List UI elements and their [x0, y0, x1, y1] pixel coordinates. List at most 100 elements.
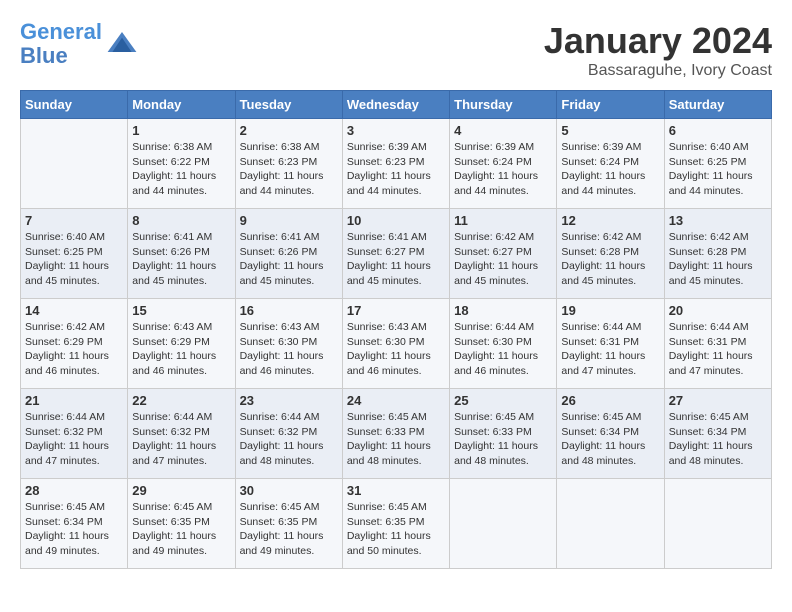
day-number: 25: [454, 393, 552, 408]
calendar-cell: 21Sunrise: 6:44 AMSunset: 6:32 PMDayligh…: [21, 389, 128, 479]
day-number: 10: [347, 213, 445, 228]
day-info: Sunrise: 6:41 AMSunset: 6:26 PMDaylight:…: [240, 230, 338, 289]
day-number: 18: [454, 303, 552, 318]
weekday-header: Friday: [557, 91, 664, 119]
day-number: 12: [561, 213, 659, 228]
day-number: 8: [132, 213, 230, 228]
day-number: 22: [132, 393, 230, 408]
day-number: 23: [240, 393, 338, 408]
calendar-cell: 31 Sunrise: 6:45 AMSunset: 6:35 PMDayligh…: [342, 479, 449, 569]
day-number: 29: [132, 483, 230, 498]
title-block: January 2024 Bassaraguhe, Ivory Coast: [544, 20, 772, 80]
day-number: 28: [25, 483, 123, 498]
day-info: Sunrise: 6:43 AMSunset: 6:30 PMDaylight:…: [347, 320, 445, 379]
day-number: 9: [240, 213, 338, 228]
calendar-cell: 22 Sunrise: 6:44 AMSunset: 6:32 PMDayligh…: [128, 389, 235, 479]
day-info: Sunrise: 6:40 AMSunset: 6:25 PMDaylight:…: [669, 140, 767, 199]
calendar-cell: 9 Sunrise: 6:41 AMSunset: 6:26 PMDaylight…: [235, 209, 342, 299]
day-info: Sunrise: 6:41 AMSunset: 6:26 PMDaylight:…: [132, 230, 230, 289]
calendar-cell: 24 Sunrise: 6:45 AMSunset: 6:33 PMDayligh…: [342, 389, 449, 479]
calendar-week-row: 1 Sunrise: 6:38 AMSunset: 6:22 PMDaylight…: [21, 119, 772, 209]
weekday-header: Monday: [128, 91, 235, 119]
weekday-header: Tuesday: [235, 91, 342, 119]
day-number: 15: [132, 303, 230, 318]
calendar-cell: 4Sunrise: 6:39 AMSunset: 6:24 PMDaylight…: [450, 119, 557, 209]
month-title: January 2024: [544, 20, 772, 62]
calendar-week-row: 21Sunrise: 6:44 AMSunset: 6:32 PMDayligh…: [21, 389, 772, 479]
day-info: Sunrise: 6:45 AMSunset: 6:34 PMDaylight:…: [25, 500, 123, 559]
calendar-cell: 20Sunrise: 6:44 AMSunset: 6:31 PMDayligh…: [664, 299, 771, 389]
day-info: Sunrise: 6:42 AMSunset: 6:28 PMDaylight:…: [561, 230, 659, 289]
calendar-cell: 16Sunrise: 6:43 AMSunset: 6:30 PMDayligh…: [235, 299, 342, 389]
calendar-cell: 6 Sunrise: 6:40 AMSunset: 6:25 PMDaylight…: [664, 119, 771, 209]
day-number: 26: [561, 393, 659, 408]
day-info: Sunrise: 6:45 AMSunset: 6:33 PMDaylight:…: [347, 410, 445, 469]
day-info: Sunrise: 6:42 AMSunset: 6:28 PMDaylight:…: [669, 230, 767, 289]
calendar-week-row: 7 Sunrise: 6:40 AMSunset: 6:25 PMDaylight…: [21, 209, 772, 299]
day-number: 31: [347, 483, 445, 498]
day-number: 1: [132, 123, 230, 138]
day-number: 30: [240, 483, 338, 498]
day-number: 13: [669, 213, 767, 228]
weekday-header: Saturday: [664, 91, 771, 119]
day-info: Sunrise: 6:44 AMSunset: 6:31 PMDaylight:…: [561, 320, 659, 379]
day-number: 20: [669, 303, 767, 318]
day-info: Sunrise: 6:39 AMSunset: 6:23 PMDaylight:…: [347, 140, 445, 199]
day-info: Sunrise: 6:39 AMSunset: 6:24 PMDaylight:…: [561, 140, 659, 199]
calendar-cell: 7 Sunrise: 6:40 AMSunset: 6:25 PMDaylight…: [21, 209, 128, 299]
day-number: 11: [454, 213, 552, 228]
weekday-header: Sunday: [21, 91, 128, 119]
calendar-cell: 12 Sunrise: 6:42 AMSunset: 6:28 PMDayligh…: [557, 209, 664, 299]
calendar-cell: 23 Sunrise: 6:44 AMSunset: 6:32 PMDayligh…: [235, 389, 342, 479]
day-number: 16: [240, 303, 338, 318]
calendar-cell: 27Sunrise: 6:45 AMSunset: 6:34 PMDayligh…: [664, 389, 771, 479]
calendar-cell: 3Sunrise: 6:39 AMSunset: 6:23 PMDaylight…: [342, 119, 449, 209]
calendar-cell: [450, 479, 557, 569]
calendar-table: SundayMondayTuesdayWednesdayThursdayFrid…: [20, 90, 772, 569]
day-info: Sunrise: 6:44 AMSunset: 6:32 PMDaylight:…: [240, 410, 338, 469]
day-info: Sunrise: 6:44 AMSunset: 6:30 PMDaylight:…: [454, 320, 552, 379]
day-number: 6: [669, 123, 767, 138]
page-header: GeneralBlue January 2024 Bassaraguhe, Iv…: [20, 20, 772, 80]
calendar-cell: 5 Sunrise: 6:39 AMSunset: 6:24 PMDaylight…: [557, 119, 664, 209]
day-info: Sunrise: 6:38 AMSunset: 6:23 PMDaylight:…: [240, 140, 338, 199]
day-info: Sunrise: 6:42 AMSunset: 6:27 PMDaylight:…: [454, 230, 552, 289]
day-info: Sunrise: 6:44 AMSunset: 6:32 PMDaylight:…: [25, 410, 123, 469]
calendar-week-row: 14Sunrise: 6:42 AMSunset: 6:29 PMDayligh…: [21, 299, 772, 389]
day-info: Sunrise: 6:45 AMSunset: 6:34 PMDaylight:…: [561, 410, 659, 469]
day-number: 2: [240, 123, 338, 138]
calendar-cell: 13 Sunrise: 6:42 AMSunset: 6:28 PMDayligh…: [664, 209, 771, 299]
day-info: Sunrise: 6:45 AMSunset: 6:34 PMDaylight:…: [669, 410, 767, 469]
weekday-header: Thursday: [450, 91, 557, 119]
calendar-cell: 30Sunrise: 6:45 AMSunset: 6:35 PMDayligh…: [235, 479, 342, 569]
calendar-header: SundayMondayTuesdayWednesdayThursdayFrid…: [21, 91, 772, 119]
day-info: Sunrise: 6:45 AMSunset: 6:33 PMDaylight:…: [454, 410, 552, 469]
location-subtitle: Bassaraguhe, Ivory Coast: [544, 62, 772, 80]
calendar-cell: 26 Sunrise: 6:45 AMSunset: 6:34 PMDayligh…: [557, 389, 664, 479]
calendar-cell: 17 Sunrise: 6:43 AMSunset: 6:30 PMDayligh…: [342, 299, 449, 389]
day-number: 19: [561, 303, 659, 318]
day-number: 17: [347, 303, 445, 318]
day-info: Sunrise: 6:41 AMSunset: 6:27 PMDaylight:…: [347, 230, 445, 289]
weekday-row: SundayMondayTuesdayWednesdayThursdayFrid…: [21, 91, 772, 119]
calendar-cell: [664, 479, 771, 569]
day-info: Sunrise: 6:38 AMSunset: 6:22 PMDaylight:…: [132, 140, 230, 199]
day-info: Sunrise: 6:43 AMSunset: 6:29 PMDaylight:…: [132, 320, 230, 379]
calendar-cell: 28 Sunrise: 6:45 AMSunset: 6:34 PMDayligh…: [21, 479, 128, 569]
calendar-cell: 18 Sunrise: 6:44 AMSunset: 6:30 PMDayligh…: [450, 299, 557, 389]
day-info: Sunrise: 6:39 AMSunset: 6:24 PMDaylight:…: [454, 140, 552, 199]
day-number: 7: [25, 213, 123, 228]
calendar-cell: 2 Sunrise: 6:38 AMSunset: 6:23 PMDaylight…: [235, 119, 342, 209]
calendar-cell: 15 Sunrise: 6:43 AMSunset: 6:29 PMDayligh…: [128, 299, 235, 389]
logo-text: GeneralBlue: [20, 20, 102, 68]
day-info: Sunrise: 6:45 AMSunset: 6:35 PMDaylight:…: [132, 500, 230, 559]
day-info: Sunrise: 6:45 AMSunset: 6:35 PMDaylight:…: [347, 500, 445, 559]
day-info: Sunrise: 6:40 AMSunset: 6:25 PMDaylight:…: [25, 230, 123, 289]
calendar-cell: 8 Sunrise: 6:41 AMSunset: 6:26 PMDaylight…: [128, 209, 235, 299]
calendar-cell: 29 Sunrise: 6:45 AMSunset: 6:35 PMDayligh…: [128, 479, 235, 569]
day-number: 5: [561, 123, 659, 138]
logo-icon: [106, 28, 138, 60]
day-info: Sunrise: 6:44 AMSunset: 6:32 PMDaylight:…: [132, 410, 230, 469]
day-number: 24: [347, 393, 445, 408]
day-info: Sunrise: 6:42 AMSunset: 6:29 PMDaylight:…: [25, 320, 123, 379]
